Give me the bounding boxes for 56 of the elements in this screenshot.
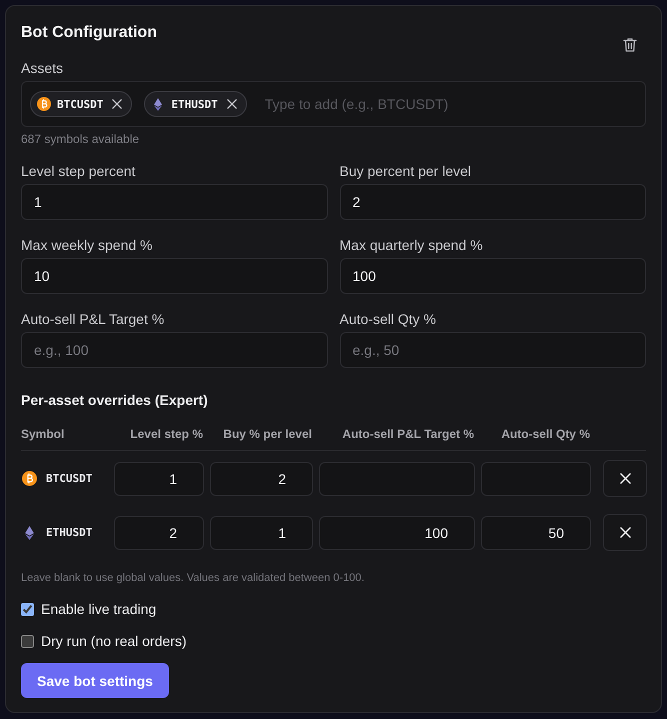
field-label: Auto-sell P&L Target %: [21, 310, 166, 328]
column-header: Buy % per level: [222, 426, 313, 442]
close-icon: [620, 527, 630, 538]
checkbox-label[interactable]: Dry run (no real orders): [41, 633, 186, 649]
text-field[interactable]: e.g., 50: [340, 332, 646, 368]
section-title: Per-asset overrides (Expert): [21, 391, 209, 410]
remove-row-button[interactable]: [603, 514, 647, 551]
save-button[interactable]: Save bot settings: [21, 663, 169, 698]
text-field[interactable]: 100: [340, 258, 646, 294]
diamond-icon: [154, 98, 162, 110]
text-field[interactable]: 2: [340, 184, 646, 220]
card-title: Bot Configuration: [21, 23, 157, 43]
text-field[interactable]: 1: [21, 184, 328, 220]
close-icon: [620, 473, 630, 484]
asset-chip[interactable]: ETHUSDT: [144, 91, 247, 117]
field-label: Max weekly spend %: [21, 236, 154, 254]
text-field[interactable]: 10: [21, 258, 328, 294]
field-label: Max quarterly spend %: [340, 236, 484, 254]
field-label: Level step percent: [21, 162, 136, 180]
symbol-label: ETHUSDT: [46, 526, 92, 539]
column-header: Level step %: [129, 426, 204, 442]
remove-row-button[interactable]: [603, 460, 647, 497]
chip-label: ETHUSDT: [171, 98, 218, 110]
coin-icon: [37, 97, 51, 111]
help-text: Leave blank to use global values. Values are validated between 0-100.: [21, 571, 366, 585]
column-header: Auto-sell Qty %: [500, 426, 591, 442]
checkbox[interactable]: [21, 634, 34, 648]
checkbox[interactable]: [21, 602, 34, 616]
field-label: Auto-sell Qty %: [340, 310, 437, 328]
coin-icon: [22, 471, 37, 486]
asset-input-field[interactable]: BTCUSDT ETHUSDT Type to add (e.g., BTCUSDT): [21, 81, 646, 127]
symbol-label: BTCUSDT: [46, 472, 92, 485]
number-field[interactable]: 1: [210, 516, 313, 550]
number-field[interactable]: 1: [114, 462, 204, 496]
asset-chip[interactable]: BTCUSDT: [30, 91, 132, 117]
checkbox-label[interactable]: Enable live trading: [41, 601, 156, 617]
number-field[interactable]: 2: [210, 462, 313, 496]
diamond-icon: [25, 526, 34, 540]
close-icon: [226, 99, 237, 109]
remove-chip-button[interactable]: [226, 99, 237, 109]
column-header: Auto-sell P&L Target %: [341, 426, 475, 442]
number-field[interactable]: 50: [481, 516, 591, 550]
close-icon: [112, 99, 122, 109]
field-label: Buy percent per level: [340, 162, 472, 180]
text-field[interactable]: e.g., 100: [21, 332, 328, 368]
column-header: Symbol: [21, 426, 66, 442]
number-field[interactable]: [481, 462, 591, 496]
number-field[interactable]: [319, 462, 475, 496]
remove-chip-button[interactable]: [112, 99, 122, 109]
number-field[interactable]: 100: [319, 516, 475, 550]
chip-label: BTCUSDT: [57, 98, 104, 110]
field-label: Assets: [21, 59, 64, 77]
delete-button[interactable]: [623, 37, 637, 52]
hint-text: 687 symbols available: [21, 131, 140, 147]
number-field[interactable]: 2: [114, 516, 204, 550]
trash-icon: [623, 37, 637, 52]
